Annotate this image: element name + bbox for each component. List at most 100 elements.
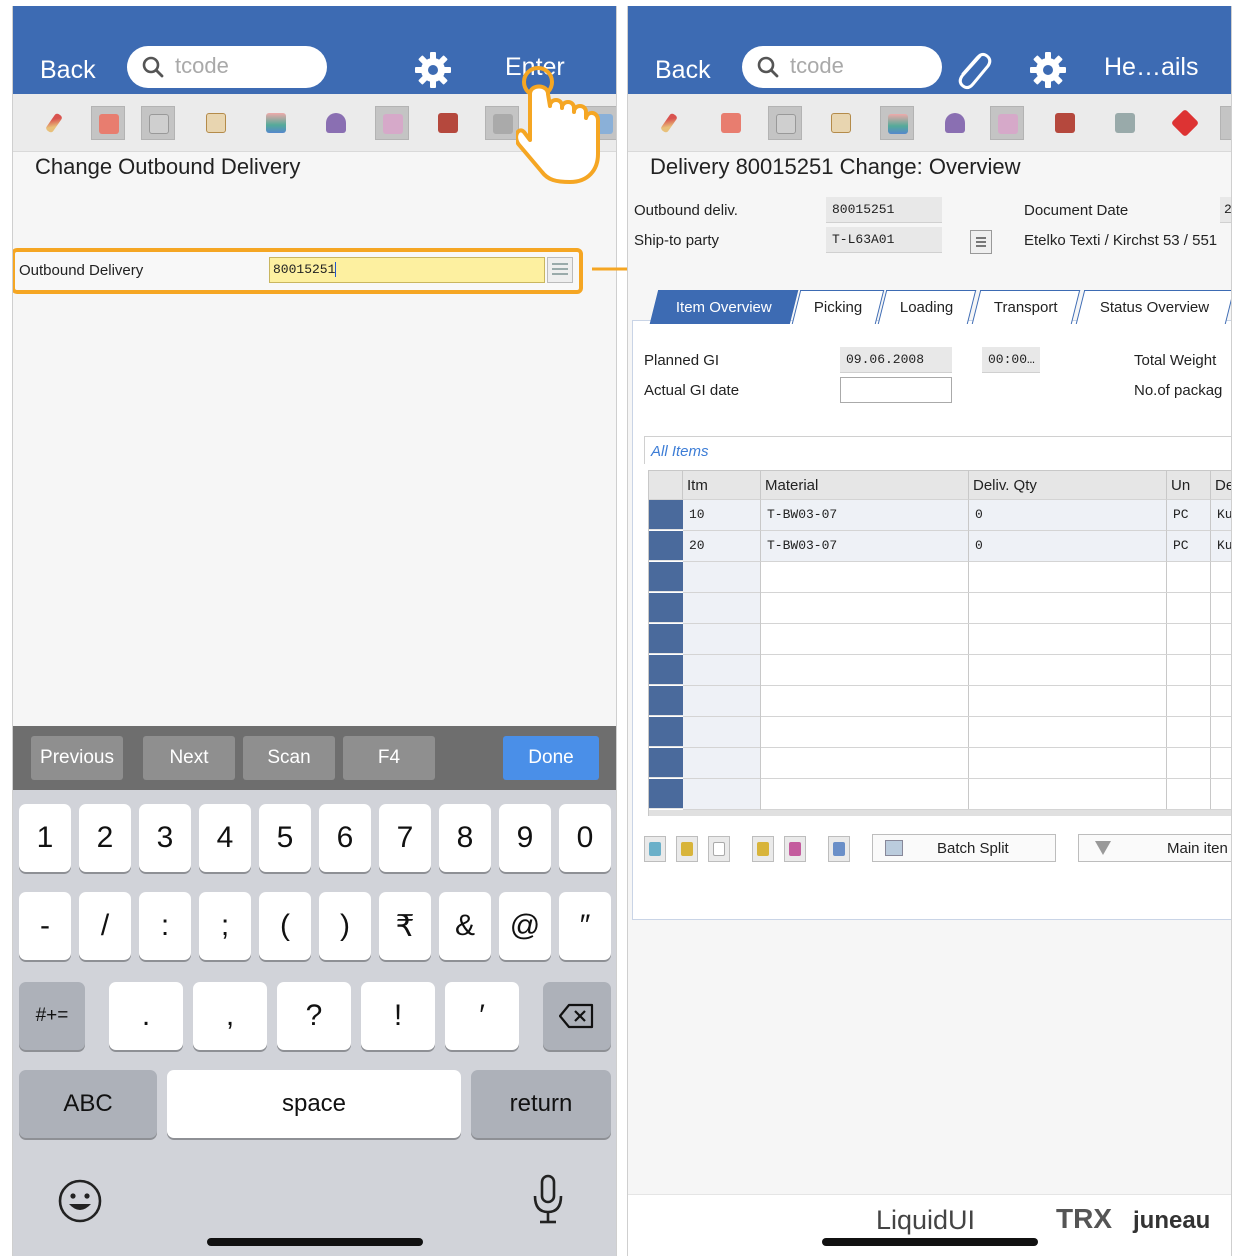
key-question[interactable]: ? — [277, 982, 351, 1050]
display-change-icon[interactable] — [714, 106, 748, 140]
transport-icon[interactable] — [375, 106, 409, 140]
col-itm[interactable]: Itm — [683, 470, 761, 500]
settings-table-icon[interactable] — [828, 836, 850, 862]
key-close-paren[interactable]: ) — [319, 892, 371, 960]
key-3[interactable]: 3 — [139, 804, 191, 872]
next-button[interactable]: Next — [143, 736, 235, 780]
row-selector[interactable] — [649, 624, 683, 654]
document-icon[interactable] — [199, 106, 233, 140]
hat-icon[interactable] — [938, 106, 972, 140]
key-abc[interactable]: ABC — [19, 1070, 157, 1138]
key-8[interactable]: 8 — [439, 804, 491, 872]
delete-icon[interactable] — [141, 106, 175, 140]
horizontal-scrollbar[interactable] — [649, 810, 1231, 816]
key-period[interactable]: . — [109, 982, 183, 1050]
key-2[interactable]: 2 — [79, 804, 131, 872]
row-selector[interactable] — [649, 500, 683, 530]
row-selector[interactable] — [649, 655, 683, 685]
pencil-glasses-icon[interactable] — [652, 106, 686, 140]
key-apostrophe[interactable]: ′ — [445, 982, 519, 1050]
microphone-icon[interactable] — [531, 1174, 565, 1226]
key-rupee[interactable]: ₹ — [379, 892, 431, 960]
row-selector[interactable] — [649, 717, 683, 747]
col-material[interactable]: Material — [761, 470, 969, 500]
hat-icon[interactable] — [319, 106, 353, 140]
key-0[interactable]: 0 — [559, 804, 611, 872]
back-button[interactable]: Back — [40, 56, 96, 85]
f4-button[interactable]: F4 — [343, 736, 435, 780]
tab-transport[interactable]: Transport — [971, 290, 1081, 324]
key-return[interactable]: return — [471, 1070, 611, 1138]
insert-row-icon[interactable] — [752, 836, 774, 862]
box-icon[interactable] — [1048, 106, 1082, 140]
key-4[interactable]: 4 — [199, 804, 251, 872]
key-space[interactable]: space — [167, 1070, 461, 1138]
back-button[interactable]: Back — [655, 56, 711, 85]
value-help-icon[interactable] — [547, 257, 573, 283]
document-icon[interactable] — [824, 106, 858, 140]
key-1[interactable]: 1 — [19, 804, 71, 872]
row-selector[interactable] — [649, 593, 683, 623]
key-hyphen[interactable]: - — [19, 892, 71, 960]
key-open-paren[interactable]: ( — [259, 892, 311, 960]
select-all-cell[interactable] — [649, 470, 683, 500]
tcode-search-input[interactable]: tcode — [742, 46, 942, 88]
tab-picking[interactable]: Picking — [791, 290, 885, 324]
key-7[interactable]: 7 — [379, 804, 431, 872]
row-selector[interactable] — [649, 562, 683, 592]
key-slash[interactable]: / — [79, 892, 131, 960]
key-quote[interactable]: ″ — [559, 892, 611, 960]
gear-icon[interactable] — [413, 50, 453, 90]
partner-detail-icon[interactable] — [970, 230, 992, 254]
row-selector[interactable] — [649, 531, 683, 561]
key-5[interactable]: 5 — [259, 804, 311, 872]
key-exclamation[interactable]: ! — [361, 982, 435, 1050]
outbound-delivery-input[interactable]: 80015251 — [269, 257, 545, 283]
tab-loading[interactable]: Loading — [877, 290, 977, 324]
emoji-icon[interactable] — [57, 1178, 103, 1224]
red-arrow-icon[interactable] — [1168, 106, 1202, 140]
select-all-icon[interactable] — [676, 836, 698, 862]
key-at[interactable]: @ — [499, 892, 551, 960]
tab-item-overview[interactable]: Item Overview — [649, 290, 799, 324]
key-semicolon[interactable]: ; — [199, 892, 251, 960]
pencil-glasses-icon[interactable] — [37, 106, 71, 140]
transport-icon[interactable] — [990, 106, 1024, 140]
key-colon[interactable]: : — [139, 892, 191, 960]
box-icon[interactable] — [431, 106, 465, 140]
key-backspace[interactable] — [543, 982, 611, 1050]
key-ampersand[interactable]: & — [439, 892, 491, 960]
picture-icon[interactable] — [880, 106, 914, 140]
deselect-all-icon[interactable] — [708, 836, 730, 862]
gear-icon[interactable] — [1028, 50, 1068, 90]
tcode-search-input[interactable]: tcode — [127, 46, 327, 88]
details-icon[interactable] — [644, 836, 666, 862]
pack-icon[interactable] — [485, 106, 519, 140]
paperclip-icon[interactable] — [950, 48, 994, 92]
key-9[interactable]: 9 — [499, 804, 551, 872]
row-selector[interactable] — [649, 748, 683, 778]
delete-row-icon[interactable] — [784, 836, 806, 862]
picture-icon[interactable] — [259, 106, 293, 140]
done-button[interactable]: Done — [503, 736, 599, 780]
row-selector[interactable] — [649, 779, 683, 809]
display-change-icon[interactable] — [91, 106, 125, 140]
col-un[interactable]: Un — [1167, 470, 1211, 500]
row-selector[interactable] — [649, 686, 683, 716]
batch-split-button[interactable]: Batch Split — [872, 834, 1056, 862]
brand-liquidui: LiquidUI — [876, 1205, 976, 1235]
main-item-button[interactable]: Main iten — [1078, 834, 1231, 862]
more-tools-icon[interactable] — [1220, 106, 1231, 140]
header-details-button[interactable]: He…ails — [1104, 53, 1198, 82]
key-comma[interactable]: , — [193, 982, 267, 1050]
tab-status-overview[interactable]: Status Overview — [1075, 290, 1231, 324]
col-deliv-qty[interactable]: Deliv. Qty — [969, 470, 1167, 500]
previous-button[interactable]: Previous — [31, 736, 123, 780]
actual-gi-date-input[interactable] — [840, 377, 952, 403]
delete-icon[interactable] — [768, 106, 802, 140]
key-symbols-mode[interactable]: #+= — [19, 982, 85, 1050]
col-de[interactable]: De — [1211, 470, 1231, 500]
scan-button[interactable]: Scan — [243, 736, 335, 780]
pack-icon[interactable] — [1108, 106, 1142, 140]
key-6[interactable]: 6 — [319, 804, 371, 872]
